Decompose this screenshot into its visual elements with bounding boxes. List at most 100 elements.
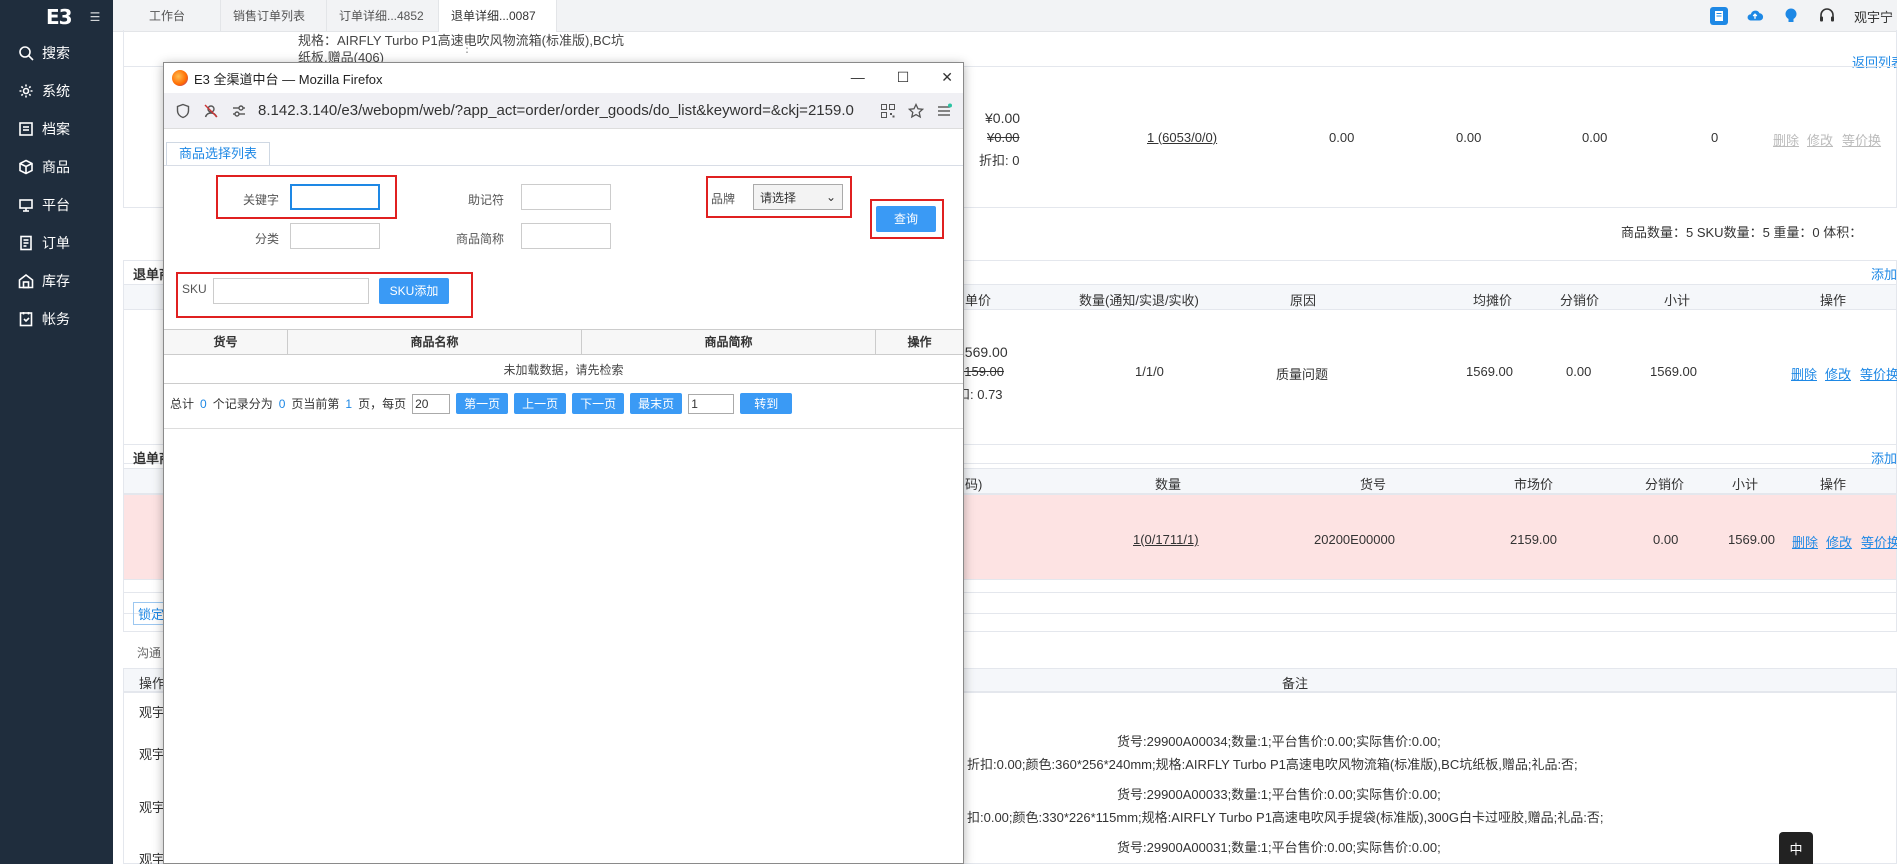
log-operator: 观宇 [139,800,166,815]
tab-sales-order-list[interactable]: 销售订单列表 [221,0,327,32]
sidebar-item-label: 商品 [42,159,70,175]
sidebar-item-accounts[interactable]: 帐务 [0,300,113,338]
goods-select-popup-window: E3 全渠道中台 — Mozilla Firefox — ☐ ✕ 8.142.3… [163,62,964,864]
url-bar: 8.142.3.140/e3/webopm/web/?app_act=order… [164,93,963,129]
sidebar-logo: E3 ☰ [0,0,113,34]
log-remark: 折扣:0.00;颜色:360*256*240mm;规格:AIRFLY Turbo… [967,757,1578,772]
menu-fold-icon[interactable]: ☰ [90,10,101,24]
short-name-input[interactable] [521,223,611,249]
ime-badge[interactable]: 中 [1779,832,1813,864]
document-icon[interactable] [1709,7,1728,25]
log-operator: 观宇 [139,747,166,762]
per-page-input[interactable]: 20 [412,393,451,414]
next-page-button[interactable]: 下一页 [572,393,625,414]
window-controls: — ☐ ✕ [851,69,953,86]
edit-link[interactable]: 修改 [1825,364,1851,383]
add-link[interactable]: 添加 [1871,448,1897,467]
close-icon[interactable]: ✕ [941,69,953,86]
item-value: 0 [1711,130,1719,145]
short-name-label: 商品简称 [455,232,504,246]
sidebar-item-inventory[interactable]: 库存 [0,262,113,300]
column-header: 商品名称 [288,330,582,354]
log-remark: 货号:29900A00031;数量:1;平台售价:0.00;实际售价:0.00; [1117,840,1441,855]
add-link[interactable]: 添加 [1871,264,1897,283]
exchange-link[interactable]: 等价换 [1860,364,1897,383]
goto-page-input[interactable]: 1 [688,393,735,414]
shield-icon[interactable] [174,102,192,120]
popup-content: 商品选择列表 关键字 助记符 品牌 请选择 ⌄ 查询 分类 商品简称 SKU S… [164,138,963,863]
tab-workbench[interactable]: 工作台 [113,0,221,32]
edit-link[interactable]: 修改 [1826,532,1852,551]
first-page-button[interactable]: 第一页 [456,393,509,414]
sidebar-item-order[interactable]: 订单 [0,224,113,262]
lightbulb-icon[interactable] [1782,7,1800,25]
permissions-icon[interactable] [230,102,248,120]
maximize-icon[interactable]: ☐ [897,69,910,86]
log-remark: 货号:29900A00033;数量:1;平台售价:0.00;实际售价:0.00; [1117,787,1441,802]
cell-price: 1569.00 [957,344,1008,360]
cloud-upload-icon[interactable] [1746,7,1764,25]
sidebar-item-platform[interactable]: 平台 [0,186,113,224]
cell-subtotal: 1569.00 [1650,364,1697,379]
pager-text: 页，每页 [358,397,407,411]
empty-message: 未加载数据，请先检索 [164,356,963,384]
tab-goods-select-list[interactable]: 商品选择列表 [166,142,271,166]
cell-avg-price: 1569.00 [1466,364,1513,379]
tracking-icon[interactable] [202,102,220,120]
exchange-link[interactable]: 等价换 [1842,130,1881,149]
sidebar-item-label: 帐务 [42,311,70,327]
popup-title: E3 全渠道中台 — Mozilla Firefox [194,71,383,87]
delete-link[interactable]: 删除 [1791,364,1817,383]
cell-subtotal: 1569.00 [1728,532,1775,547]
highlight-box [870,199,944,239]
sidebar-item-search[interactable]: 搜索 [0,34,113,72]
item-discount: 折扣: 0 [979,153,1020,168]
mnemonic-label: 助记符 [467,193,504,207]
sidebar-item-system[interactable]: 系统 [0,72,113,110]
minimize-icon[interactable]: — [851,69,865,86]
sidebar-item-label: 库存 [42,273,70,289]
platform-icon [18,197,34,213]
cell-quantity-link[interactable]: 1(0/1711/1) [1133,532,1199,547]
column-header: 小计 [1732,477,1759,492]
mnemonic-input[interactable] [521,184,611,210]
column-header: 商品简称 [582,330,876,354]
pager-text: 个记录分为 [212,397,273,411]
last-page-button[interactable]: 最末页 [630,393,683,414]
sidebar-item-archive[interactable]: 档案 [0,110,113,148]
sidebar: E3 ☰ 搜索 系统 档案 商品 平台 订单 库存 帐务 [0,0,113,864]
column-header: 操作 [139,676,166,691]
menu-icon[interactable] [935,102,953,120]
popup-titlebar: E3 全渠道中台 — Mozilla Firefox — ☐ ✕ [164,63,963,93]
headset-icon[interactable] [1818,7,1836,25]
exchange-link[interactable]: 等价换 [1861,532,1897,551]
tab-bar: 工作台 销售订单列表 订单详细...4852 退单详细...0087 ⋮ 观宇宁 [113,0,1897,55]
prev-page-button[interactable]: 上一页 [514,393,567,414]
delete-link[interactable]: 删除 [1792,532,1818,551]
item-value: 0.00 [1582,130,1608,145]
item-value: 0.00 [1456,130,1482,145]
summary-text: 商品数量：5 SKU数量：5 重量：0 体积： [1621,225,1863,240]
archive-icon [18,121,34,137]
bookmark-star-icon[interactable] [907,102,925,120]
column-header: 原因 [1290,293,1317,308]
tab-order-detail[interactable]: 订单详细...4852 [327,0,439,32]
column-header: 数量(通知/实退/实收) [1079,293,1199,308]
log-operator: 观宇 [139,705,166,720]
category-input[interactable] [290,223,380,249]
sidebar-item-label: 订单 [42,235,70,251]
qr-code-icon[interactable] [879,102,897,120]
pager-divider [164,428,963,429]
item-quantity-link[interactable]: 1 (6053/0/0) [1147,130,1217,145]
delete-link[interactable]: 删除 [1773,130,1799,149]
cell-market-price: 2159.00 [1510,532,1557,547]
edit-link[interactable]: 修改 [1807,130,1833,149]
goto-button[interactable]: 转到 [740,393,793,414]
current-user[interactable]: 观宇宁 [1854,7,1893,26]
sidebar-item-label: 搜索 [42,45,70,61]
url-text[interactable]: 8.142.3.140/e3/webopm/web/?app_act=order… [258,102,869,119]
category-label: 分类 [254,232,279,246]
sidebar-item-goods[interactable]: 商品 [0,148,113,186]
pager-text: 总计 [170,397,195,411]
tab-return-detail[interactable]: 退单详细...0087 ⋮ [439,0,557,55]
